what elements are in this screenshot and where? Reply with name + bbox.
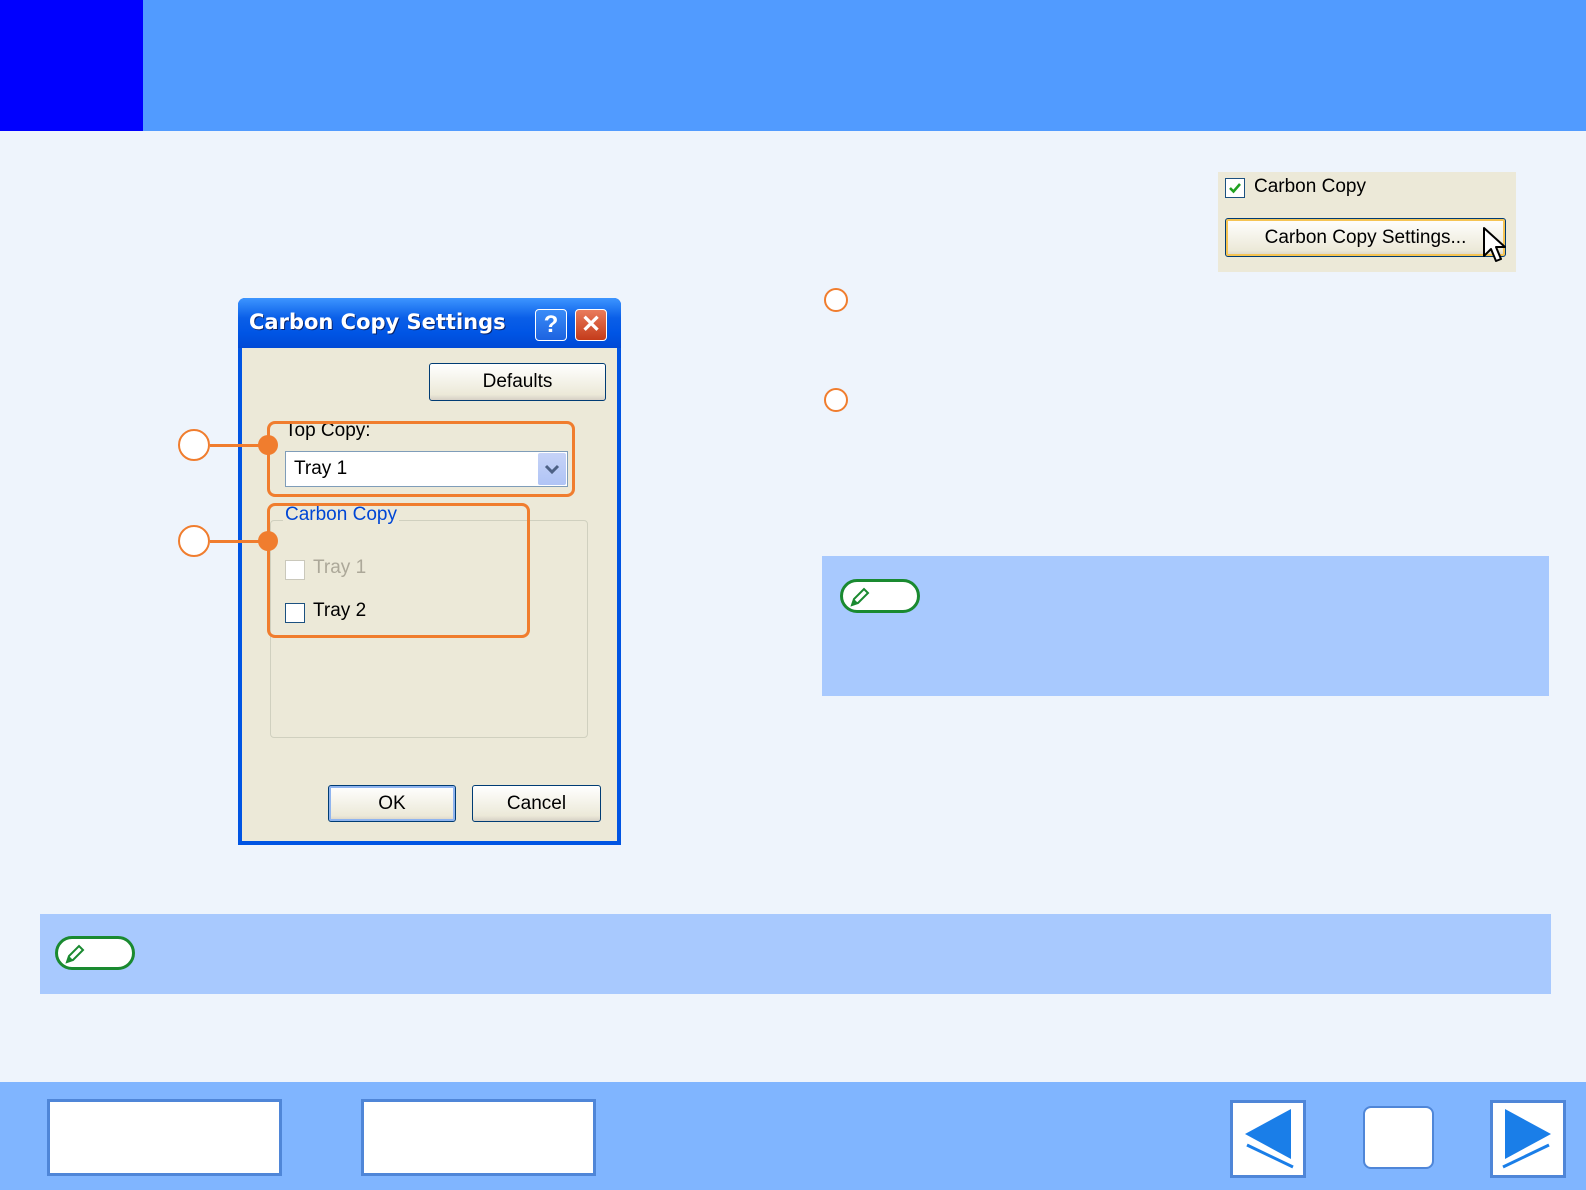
footer-bar	[0, 1082, 1586, 1190]
pencil-icon	[850, 587, 870, 607]
mouse-cursor-icon	[1483, 227, 1506, 262]
carbon-copy-highlight	[267, 503, 530, 638]
next-page-button[interactable]	[1490, 1100, 1566, 1178]
note-badge	[55, 936, 135, 970]
checkmark-icon	[1229, 183, 1241, 194]
step-marker-2	[824, 388, 848, 412]
callout-dot-2	[258, 531, 278, 551]
page-number-box	[1363, 1106, 1434, 1169]
carbon-copy-settings-button[interactable]: Carbon Copy Settings...	[1225, 218, 1506, 257]
footer-button-1[interactable]	[47, 1099, 282, 1176]
note-badge	[840, 579, 920, 613]
note-box-right	[822, 556, 1549, 696]
dialog-title: Carbon Copy Settings	[249, 310, 506, 334]
pencil-icon	[65, 944, 85, 964]
close-button[interactable]: ✕	[575, 309, 607, 341]
top-copy-highlight	[267, 421, 575, 497]
help-button[interactable]: ?	[535, 309, 567, 341]
callout-marker-1	[178, 429, 210, 461]
header-blue-block	[0, 0, 143, 131]
callout-marker-2	[178, 525, 210, 557]
page-header	[0, 0, 1586, 131]
carbon-copy-checkbox[interactable]	[1225, 178, 1245, 198]
carbon-copy-checkbox-label: Carbon Copy	[1254, 176, 1366, 197]
right-arrow-icon	[1502, 1109, 1551, 1169]
cancel-button[interactable]: Cancel	[472, 785, 601, 822]
defaults-button[interactable]: Defaults	[429, 363, 606, 401]
ok-button[interactable]: OK	[328, 785, 456, 822]
note-box-bottom	[40, 914, 1551, 994]
footer-button-2[interactable]	[361, 1099, 596, 1176]
carbon-copy-snippet: Carbon Copy Carbon Copy Settings...	[1218, 172, 1516, 272]
step-marker-1	[824, 288, 848, 312]
dialog-titlebar: Carbon Copy Settings ? ✕	[238, 298, 621, 348]
previous-page-button[interactable]	[1230, 1100, 1306, 1178]
left-arrow-icon	[1245, 1109, 1294, 1169]
callout-dot-1	[258, 435, 278, 455]
